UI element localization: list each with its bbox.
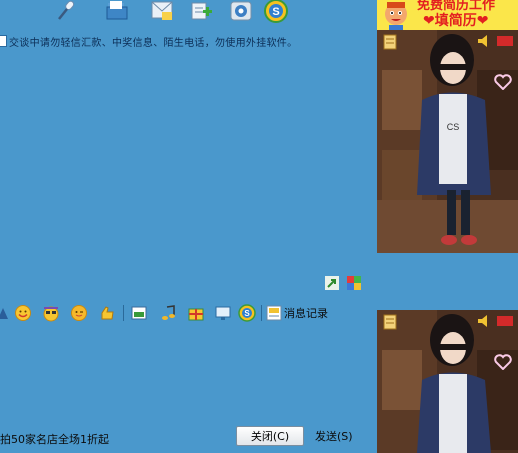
settings-icon[interactable] [229, 0, 253, 22]
history-icon[interactable] [265, 304, 283, 322]
close-button[interactable]: 关闭(C) [236, 426, 304, 446]
screen-share-icon[interactable] [214, 304, 232, 322]
svg-text:CS: CS [447, 122, 460, 132]
ad-banner[interactable]: 免费简历工作 ❤填简历❤ [377, 0, 518, 30]
svg-text:S: S [244, 309, 250, 318]
cartoon-face-icon [385, 2, 407, 30]
heart-icon[interactable] [494, 354, 512, 370]
color-palette-icon[interactable] [346, 275, 362, 291]
history-label[interactable]: 消息记录 [284, 305, 328, 321]
notice-icon [0, 35, 7, 47]
font-icon[interactable] [0, 304, 12, 322]
flag-icon[interactable] [497, 316, 513, 326]
svg-text:S: S [272, 6, 279, 18]
flag-icon[interactable] [497, 36, 513, 46]
speaker-icon[interactable] [477, 34, 493, 48]
thumb-icon[interactable] [98, 304, 116, 322]
security-notice: 交谈中请勿轻信汇款、中奖信息、陌生电话，勿使用外挂软件。 [0, 33, 297, 49]
edit-outfit-icon[interactable] [383, 314, 397, 330]
folder-icon[interactable] [105, 0, 129, 22]
smiley-icon[interactable] [14, 304, 32, 322]
speaker-icon[interactable] [477, 314, 493, 328]
s-logo-icon[interactable]: S [264, 0, 288, 23]
sidebar-gap [377, 253, 518, 310]
add-contact-icon[interactable] [190, 0, 214, 22]
gift-icon[interactable] [187, 304, 205, 322]
wink-icon[interactable] [70, 304, 88, 322]
avatar-show-photo: CS [377, 30, 518, 253]
top-toolbar: S [0, 0, 377, 24]
toolbar-divider [123, 305, 124, 321]
email-icon[interactable] [150, 0, 174, 22]
microphone-icon[interactable] [54, 0, 78, 22]
avatar-show-photo [377, 310, 518, 453]
ad-link[interactable]: 拍50家名店全场1折起 [0, 431, 109, 447]
expand-icon[interactable] [324, 275, 340, 291]
edit-outfit-icon[interactable] [383, 34, 397, 50]
sidebar: 免费简历工作 ❤填简历❤ CS [377, 0, 518, 453]
screenshot-icon[interactable] [130, 304, 148, 322]
magic-face-icon[interactable] [42, 304, 60, 322]
send-button[interactable]: 发送(S) [315, 428, 353, 444]
music-icon[interactable] [160, 304, 178, 322]
toolbar-divider [261, 305, 262, 321]
chat-window: S 交谈中请勿轻信汇款、中奖信息、陌生电话，勿使用外挂软件。 S 消息记录 拍5… [0, 0, 377, 453]
s-logo-icon[interactable]: S [238, 304, 256, 322]
banner-line-2: ❤填简历❤ [423, 13, 489, 29]
heart-icon[interactable] [494, 74, 512, 90]
notice-text: 交谈中请勿轻信汇款、中奖信息、陌生电话，勿使用外挂软件。 [9, 37, 298, 49]
